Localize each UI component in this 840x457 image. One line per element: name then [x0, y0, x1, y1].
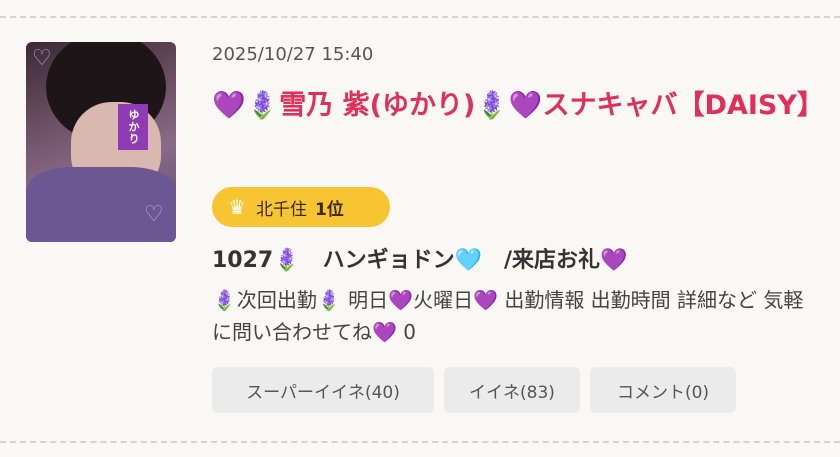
like-button[interactable]: イイネ(83)	[444, 367, 580, 413]
thumbnail-name-tag: ゆかり	[118, 104, 148, 150]
diary-card: ゆかり ♡ ♡ 2025/10/27 15:40 💜🪻雪乃 紫(ゆかり)🪻💜スナ…	[0, 0, 840, 457]
rank-position: 1位	[314, 199, 344, 220]
divider-bottom	[0, 441, 840, 443]
rank-area: 北千住	[255, 199, 307, 220]
super-like-button[interactable]: スーパーイイネ(40)	[212, 367, 434, 413]
rank-badge[interactable]: ♛ 北千住 1位	[212, 187, 390, 227]
heart-icon: ♡	[144, 202, 164, 227]
heart-icon: ♡	[32, 46, 52, 71]
post-body: 🪻次回出勤🪻 明日💜火曜日💜 出勤情報 出勤時間 詳細など 気軽に問い合わせてね…	[212, 288, 804, 344]
crown-icon: ♛	[228, 195, 246, 219]
action-bar: スーパーイイネ(40) イイネ(83) コメント(0)	[212, 367, 736, 413]
post-title[interactable]: 💜🪻雪乃 紫(ゆかり)🪻💜スナキャバ【DAISY】	[212, 86, 824, 126]
comment-button[interactable]: コメント(0)	[590, 367, 736, 413]
post-date: 2025/10/27 15:40	[212, 44, 374, 65]
post-subject[interactable]: 1027🪻 ハンギョドン🩵 /来店お礼💜	[212, 242, 627, 274]
post-thumbnail[interactable]: ゆかり ♡ ♡	[26, 42, 176, 242]
